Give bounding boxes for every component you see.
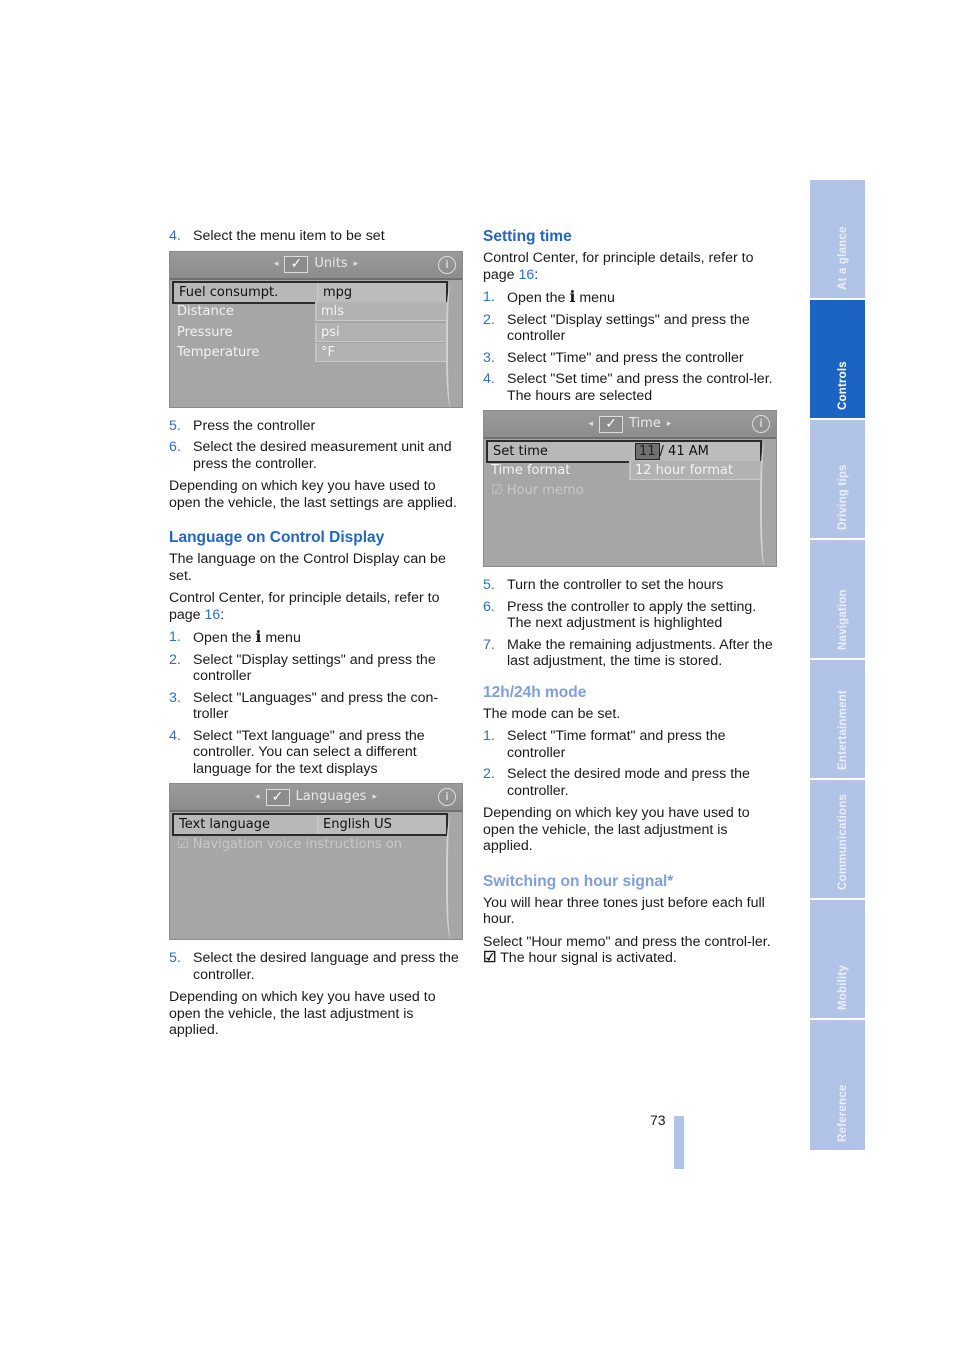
step-item: 6. Press the controller to apply the sett… [483, 598, 757, 632]
hour-signal-heading: Switching on hour signal* [483, 872, 674, 890]
step-item: 2. Select the desired mode and press the … [483, 766, 750, 799]
step-item: 1. Open the i menu [483, 287, 615, 306]
setting-time-steps-after: 5. Turn the controller to set the hours 6… [483, 577, 775, 670]
screen-scroll-arc [760, 443, 772, 566]
units-row-distance: Distance mls [172, 301, 448, 321]
tab-mobility[interactable]: Mobility [810, 900, 865, 1018]
arrow-right-icon: ▸ [353, 259, 359, 270]
step-item: 5. Press the controller [169, 417, 316, 434]
step-item: 2. Select "Display settings" and press th… [483, 311, 750, 345]
hour-signal-intro: You will hear three tones just before ea… [483, 894, 765, 928]
units-row-pressure: Pressure psi [172, 322, 448, 342]
units-steps: 5. Press the controller 6. Select the desi… [169, 418, 461, 473]
screen-scroll-arc [446, 816, 458, 939]
info-icon: i [438, 788, 456, 806]
screen-title-bar: ◂ ✓ Units ▸ [170, 251, 462, 280]
tab-at-a-glance[interactable]: At a glance [810, 180, 865, 298]
setting-time-heading: Setting time [483, 228, 572, 245]
step-item: 2. Select "Display settings" and press th… [169, 651, 436, 685]
step-item: 6. Select the desired measurement unit an… [169, 439, 452, 472]
screen-title-bar: ◂ ✓ Time ▸ [484, 411, 776, 439]
step-item: 4. Select "Set time" and press the contro… [483, 371, 773, 404]
tab-driving-tips[interactable]: Driving tips [810, 420, 865, 538]
language-intro: The language on the Control Display can … [169, 551, 446, 584]
language-row-text: Text language English US [172, 813, 448, 836]
arrow-left-icon: ◂ [588, 418, 594, 429]
language-heading: Language on Control Display [169, 529, 385, 546]
setting-time-steps: 1. Open the i menu 2. Select "Display sett… [483, 287, 775, 404]
mode-steps: 1. Select "Time format" and press the con… [483, 728, 775, 799]
step-item: 3. Select "Time" and press the controller [483, 349, 744, 366]
step-item: 1. Open the i menu [169, 627, 301, 646]
hour-signal-result: ☑ The hour signal is activated. [483, 949, 677, 966]
time-screen: ◂ ✓ Time ▸ i Set time 11/ 41 AM Time for… [483, 410, 777, 567]
tab-navigation[interactable]: Navigation [810, 540, 865, 658]
screen-title: Languages [295, 788, 367, 804]
checkbox-checked-icon: ☑ [491, 483, 503, 498]
step-item: 4. Select the menu item to be set [169, 228, 385, 244]
screen-scroll-arc [446, 283, 458, 407]
step-item: 3. Select "Languages" and press the con-t… [169, 689, 439, 723]
units-screen: ◂ ✓ Units ▸ i Fuel consumpt. mpg Distanc… [169, 250, 463, 408]
mode-heading: 12h/24h mode [483, 683, 587, 701]
time-row-format: Time format 12 hour format [486, 461, 762, 480]
chapter-tabs: At a glance Controls Driving tips Naviga… [810, 180, 865, 1152]
step-item: 1. Select "Time format" and press the con… [483, 728, 726, 761]
tab-communications[interactable]: Communications [810, 780, 865, 898]
info-icon: i [752, 415, 770, 433]
screen-title-bar: ◂ ✓ Languages ▸ [170, 784, 462, 812]
language-reference: Control Center, for principle details, r… [169, 590, 440, 623]
step-item: 5. Select the desired language and press … [169, 950, 459, 983]
step-item: 5. Turn the controller to set the hours [483, 577, 724, 593]
mode-note: Depending on which key you have used to … [483, 805, 750, 854]
languages-screen: ◂ ✓ Languages ▸ i Text language English … [169, 783, 463, 940]
units-row-temperature: Temperature °F [172, 342, 448, 362]
page-number: 73 [650, 1112, 666, 1128]
units-note: Depending on which key you have used to … [169, 478, 457, 511]
navigation-voice-option: ☑ Navigation voice instructions on [177, 837, 403, 852]
hour-signal-instruction: Select "Hour memo" and press the control… [483, 933, 771, 950]
arrow-right-icon: ▸ [372, 791, 377, 802]
step-item: 7. Make the remaining adjustments. After … [483, 636, 773, 670]
checkbox-checked-icon: ☑ [483, 949, 497, 966]
language-note: Depending on which key you have used to … [169, 989, 436, 1038]
setting-time-reference: Control Center, for principle details, r… [483, 250, 754, 283]
arrow-right-icon: ▸ [666, 418, 672, 429]
settings-check-icon: ✓ [265, 788, 290, 806]
page-marker-bar [674, 1116, 684, 1169]
tab-controls[interactable]: Controls [810, 300, 865, 418]
arrow-left-icon: ◂ [255, 791, 260, 802]
page-link[interactable]: 16 [205, 607, 221, 623]
step-item: 4. Select "Text language" and press the c… [169, 727, 425, 777]
mode-intro: The mode can be set. [483, 705, 621, 722]
time-row-set-time: Set time 11/ 41 AM [486, 440, 762, 463]
checkbox-checked-icon: ☑ [177, 837, 189, 852]
hours-field: 11 [635, 443, 660, 460]
page-link[interactable]: 16 [519, 267, 535, 283]
settings-check-icon: ✓ [284, 256, 309, 273]
units-row-fuel: Fuel consumpt. mpg [172, 280, 448, 304]
language-final-steps: 5. Select the desired language and press … [169, 950, 461, 983]
tab-entertainment[interactable]: Entertainment [810, 660, 865, 778]
right-column: Setting time Control Center, for princip… [483, 228, 777, 973]
arrow-left-icon: ◂ [273, 259, 279, 270]
screen-title: Units [314, 256, 348, 272]
info-icon: i [438, 255, 456, 274]
units-intro-steps: 4. Select the menu item to be set [169, 228, 461, 245]
settings-check-icon: ✓ [599, 415, 624, 433]
language-steps: 1. Open the i menu 2. Select "Display sett… [169, 627, 461, 777]
tab-reference[interactable]: Reference [810, 1020, 865, 1150]
left-column: 4. Select the menu item to be set ◂ ✓ Uni… [169, 228, 463, 1045]
hour-memo-option: ☑ Hour memo [491, 483, 584, 498]
screen-title: Time [629, 415, 661, 431]
